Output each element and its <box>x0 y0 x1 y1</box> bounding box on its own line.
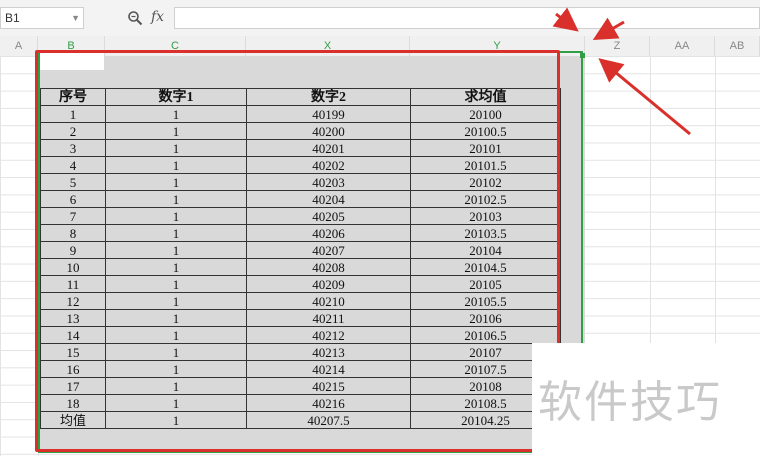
column-header-a[interactable]: A <box>0 36 38 56</box>
watermark-text: 软件技巧 <box>538 377 722 428</box>
column-header-aa[interactable]: AA <box>650 36 715 56</box>
cell-reference: B1 <box>5 11 20 25</box>
name-box[interactable]: B1 ▼ <box>0 7 84 29</box>
chevron-down-icon[interactable]: ▼ <box>71 8 80 28</box>
column-header-ab[interactable]: AB <box>715 36 760 56</box>
zoom-icon[interactable] <box>127 10 143 26</box>
formula-bar: B1 ▼ fx <box>0 0 760 36</box>
fx-icon[interactable]: fx <box>151 9 164 25</box>
formula-input[interactable] <box>174 7 760 29</box>
fill-handle[interactable] <box>580 53 585 58</box>
column-header-z[interactable]: Z <box>585 36 650 56</box>
highlight-box <box>35 50 560 452</box>
